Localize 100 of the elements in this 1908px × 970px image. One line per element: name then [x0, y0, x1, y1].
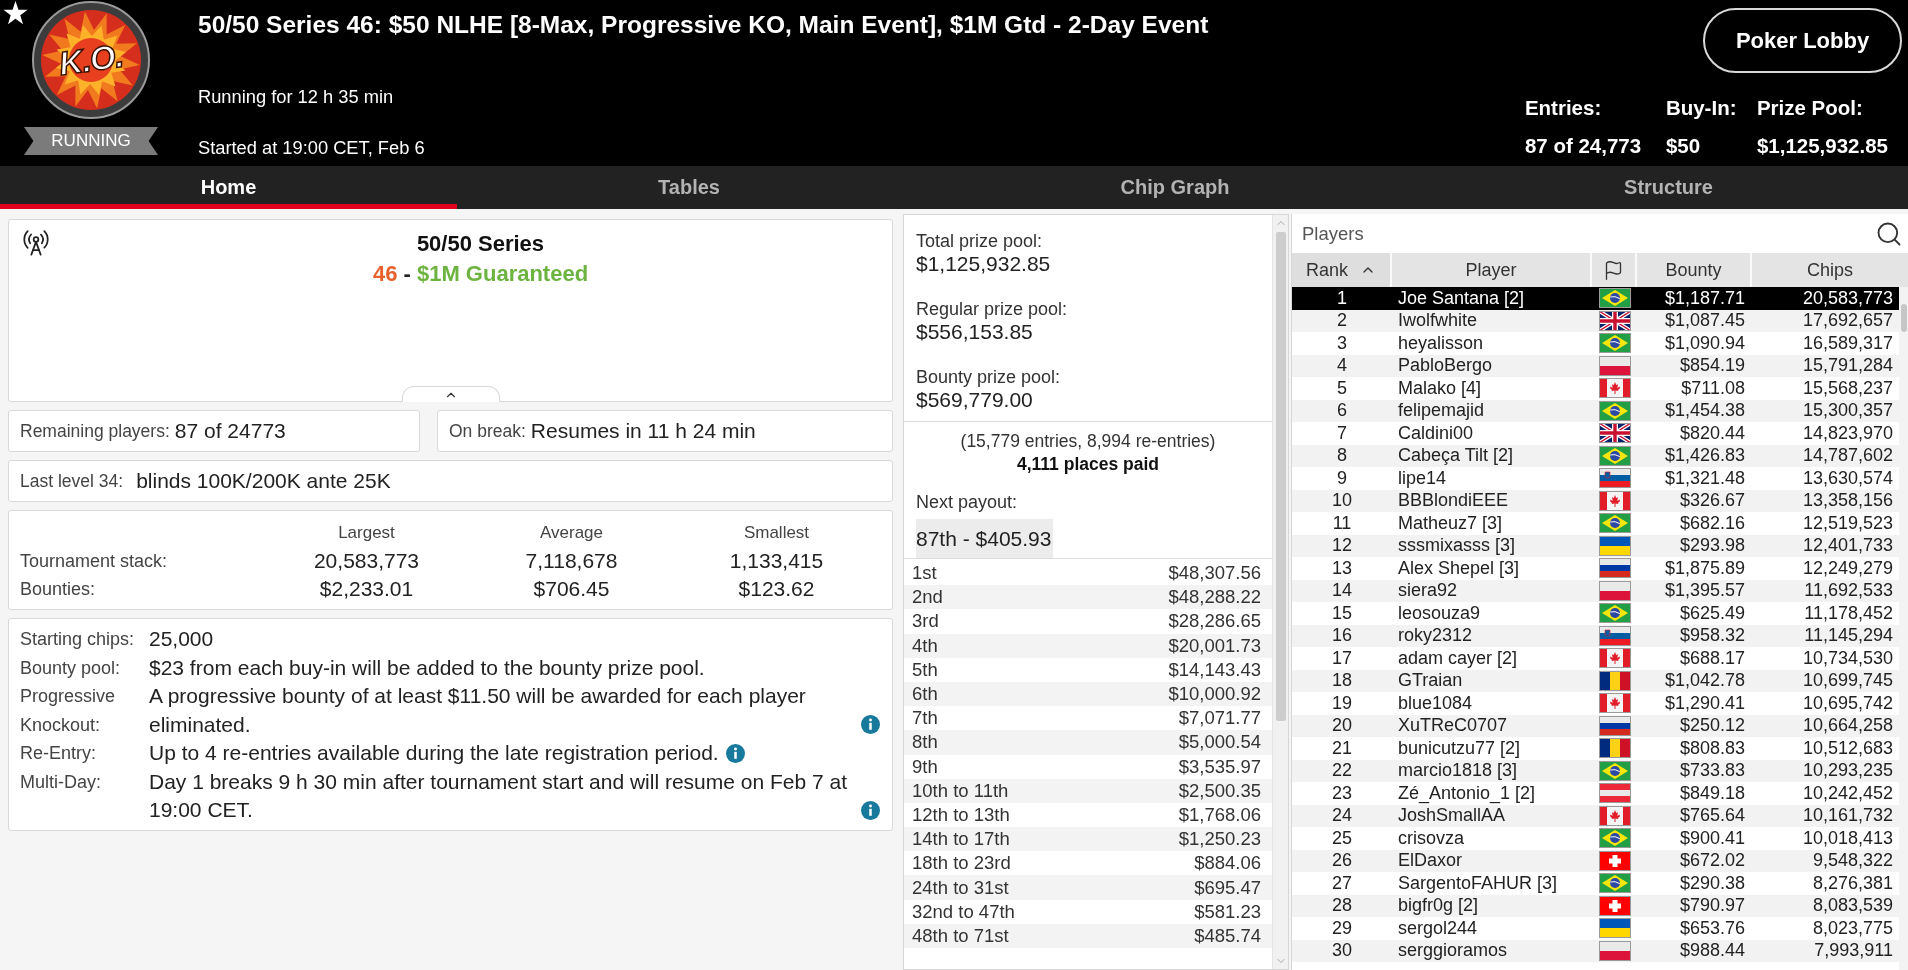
- place-cell: 3rd: [912, 610, 939, 633]
- star-icon[interactable]: [3, 1, 28, 25]
- column-header[interactable]: Chips: [1752, 253, 1908, 287]
- player-row[interactable]: 14 siera92 $1,395.57 11,692,533: [1292, 579, 1899, 602]
- amount-cell: $28,286.65: [1168, 610, 1261, 633]
- player-row[interactable]: 8 Cabeça Tilt [2] $1,426.83 14,787,602: [1292, 444, 1899, 467]
- bounty-cell-text: $790.97: [1679, 895, 1746, 917]
- series-title: 50/50 Series: [416, 230, 545, 258]
- tab[interactable]: Home: [0, 166, 457, 209]
- chips-cell-text: 10,242,452: [1802, 782, 1894, 804]
- player-row[interactable]: 2 Iwolfwhite $1,087.45 17,692,657: [1292, 309, 1899, 332]
- chips-cell-text: 14,787,602: [1802, 445, 1894, 467]
- rank-cell: 15: [1332, 602, 1352, 624]
- bounty-cell-text: $1,290.41: [1664, 692, 1746, 714]
- rank-cell: 25: [1332, 827, 1352, 849]
- rank-cell: 9: [1337, 467, 1347, 489]
- row-label: Bounties:: [20, 578, 96, 600]
- bounty-cell-text: $1,042.78: [1664, 670, 1746, 692]
- rank-cell: 19: [1332, 692, 1352, 714]
- info-icon[interactable]: [861, 800, 880, 820]
- player-row[interactable]: 6 felipemajid $1,454.38 15,300,357: [1292, 399, 1899, 422]
- stat-label: Entries:: [1524, 96, 1603, 120]
- player-row[interactable]: 20 XuTReC0707 $250.12 10,664,258: [1292, 714, 1899, 737]
- place-cell: 10th to 11th: [912, 779, 1009, 802]
- chips-cell-text: 12,249,279: [1802, 557, 1894, 579]
- stack-value: 1,133,415: [729, 549, 824, 573]
- player-row[interactable]: 10 BBBlondiEEE $326.67 13,358,156: [1292, 489, 1899, 512]
- next-payout-label: Next payout:: [916, 492, 1018, 512]
- logo-text: K.O.: [56, 36, 126, 84]
- chips-cell-text: 17,692,657: [1802, 310, 1894, 332]
- collapse-button[interactable]: [401, 386, 500, 402]
- place-cell: 12th to 13th: [912, 803, 1010, 826]
- player-row[interactable]: 24 JoshSmallAA $765.64 10,161,732: [1292, 804, 1899, 827]
- column-header[interactable]: Rank: [1292, 253, 1392, 287]
- bounty-cell-text: $808.83: [1679, 737, 1746, 759]
- tournament-title: 50/50 Series 46: $50 NLHE [8-Max, Progressive KO, Main Event], $1M Gtd - 2-Day Event: [198, 10, 1210, 40]
- places-paid: 4,111 places paid: [1016, 453, 1159, 476]
- player-name: Cabeça Tilt [2]: [1397, 445, 1514, 467]
- place-cell: 8th: [912, 731, 938, 754]
- poker-lobby-button[interactable]: Poker Lobby: [1703, 8, 1902, 73]
- bounty-cell-text: $820.44: [1679, 422, 1746, 444]
- tab[interactable]: Chip Graph: [921, 166, 1429, 209]
- player-row[interactable]: 26 ElDaxor $672.02 9,548,322: [1292, 849, 1899, 872]
- stat-label: Buy-In:: [1665, 96, 1738, 120]
- place-cell: 6th: [912, 683, 938, 706]
- player-row[interactable]: 12 sssmixasss [3] $293.98 12,401,733: [1292, 534, 1899, 557]
- chips-cell-text: 12,401,733: [1802, 535, 1894, 557]
- scrollbar-thumb[interactable]: [1275, 232, 1286, 721]
- bounty-cell-text: $958.32: [1679, 625, 1746, 647]
- running-time: Running for 12 h 35 min: [198, 86, 395, 108]
- bounty-cell-text: $1,087.45: [1664, 310, 1746, 332]
- player-row[interactable]: 30 serggioramos $988.44 7,993,911: [1292, 939, 1899, 962]
- row-label: Tournament stack:: [20, 550, 168, 572]
- rank-cell: 26: [1332, 850, 1352, 872]
- scrollbar-thumb[interactable]: [1900, 304, 1907, 332]
- amount-cell: $1,250.23: [1178, 828, 1261, 851]
- next-payout-value: 87th - $405.93: [916, 519, 1054, 558]
- player-row[interactable]: 28 bigfr0g [2] $790.97 8,083,539: [1292, 894, 1899, 917]
- scrollbar[interactable]: [1899, 287, 1908, 970]
- column-label: Average: [540, 523, 603, 543]
- scrollbar[interactable]: [1272, 215, 1288, 969]
- info-icon[interactable]: [725, 743, 745, 763]
- chips-cell-text: 15,300,357: [1802, 400, 1894, 422]
- chips-cell-text: 10,734,530: [1802, 647, 1894, 669]
- player-name: bunicutzu77 [2]: [1397, 737, 1521, 759]
- detail-text: Day 1 breaks 9 h 30 min after tournament start and will resume on Feb 7 at 19:00 CET.: [149, 768, 848, 823]
- amount-cell: $5,000.54: [1178, 731, 1261, 754]
- place-cell: 18th to 23rd: [912, 852, 1011, 875]
- antenna-icon: [22, 229, 50, 257]
- chips-cell-text: 10,512,683: [1802, 737, 1894, 759]
- bounty-cell-text: $682.16: [1679, 512, 1746, 534]
- player-row[interactable]: 16 roky2312 $958.32 11,145,294: [1292, 624, 1899, 647]
- info-icon[interactable]: [861, 715, 880, 734]
- rank-cell: 3: [1337, 332, 1347, 354]
- detail-label: Starting chips:: [20, 628, 135, 651]
- tab[interactable]: Structure: [1429, 166, 1908, 209]
- bounty-cell-text: $1,187.71: [1664, 287, 1746, 309]
- player-name: roky2312: [1397, 625, 1473, 647]
- detail-label: Bounty pool:: [20, 656, 121, 680]
- flag-icon: [1603, 259, 1624, 281]
- tab[interactable]: Tables: [457, 166, 921, 209]
- column-label: Smallest: [743, 523, 810, 543]
- player-row[interactable]: 1 Joe Santana [2] $1,187.71 20,583,773: [1292, 287, 1899, 310]
- amount-cell: $1,768.06: [1178, 803, 1261, 826]
- rank-cell: 6: [1337, 400, 1347, 422]
- bounty-cell-text: $688.17: [1679, 647, 1746, 669]
- stack-value: 7,118,678: [525, 549, 618, 573]
- info-label: Last level 34:: [20, 470, 124, 492]
- amount-cell: $2,500.35: [1178, 779, 1261, 802]
- chips-cell-text: 11,145,294: [1804, 625, 1894, 647]
- player-row[interactable]: 22 marcio1818 [3] $733.83 10,293,235: [1292, 759, 1899, 782]
- rank-cell: 17: [1332, 647, 1352, 669]
- chips-cell-text: 20,583,773: [1802, 287, 1894, 309]
- player-row[interactable]: 18 GTraian $1,042.78 10,699,745: [1292, 669, 1899, 692]
- player-row[interactable]: 4 PabloBergo $854.19 15,791,284: [1292, 354, 1899, 377]
- pool-value: $569,779.00: [916, 387, 1033, 413]
- rank-cell: 29: [1332, 917, 1352, 939]
- player-name: crisovza: [1397, 827, 1464, 849]
- bounty-cell-text: $625.49: [1679, 602, 1746, 624]
- bounty-cell-text: $733.83: [1679, 760, 1746, 782]
